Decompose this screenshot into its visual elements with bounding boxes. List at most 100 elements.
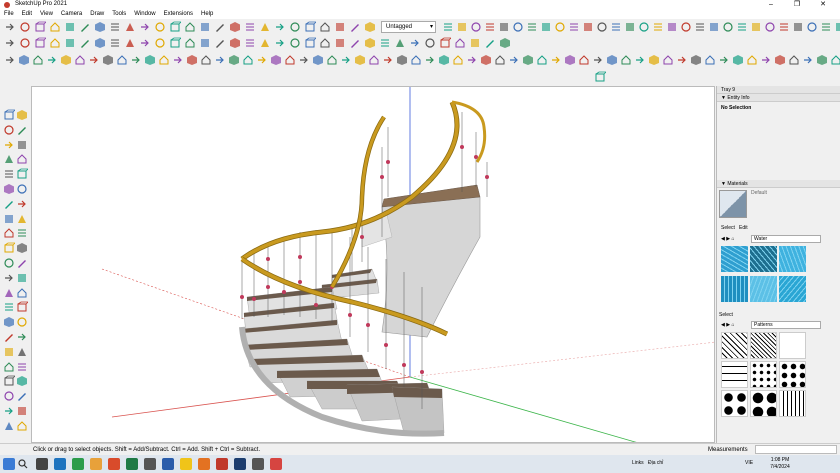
clock[interactable]: 1:08 PM 7/4/2024: [760, 457, 800, 471]
toolbar-tool-icon[interactable]: [396, 54, 408, 66]
toolbar-tool-icon[interactable]: [764, 21, 776, 33]
toolbar-tool-icon[interactable]: [214, 21, 226, 33]
toolbar-tool-icon[interactable]: [319, 37, 331, 49]
tool-palette-icon[interactable]: [16, 198, 28, 210]
toolbar-tool-icon[interactable]: [4, 54, 16, 66]
taskbar-app-icon[interactable]: [162, 458, 174, 470]
model-viewport[interactable]: [31, 86, 715, 443]
toolbar-tool-icon[interactable]: [169, 37, 181, 49]
taskbar-app-icon[interactable]: [54, 458, 66, 470]
toolbar-tool-icon[interactable]: [438, 54, 450, 66]
tool-palette-icon[interactable]: [16, 242, 28, 254]
toolbar-tool-icon[interactable]: [568, 21, 580, 33]
toolbar-tool-icon[interactable]: [94, 21, 106, 33]
materials-header[interactable]: ▼ Materials: [717, 180, 840, 188]
water-swatch[interactable]: [721, 276, 748, 302]
toolbar-tool-icon[interactable]: [466, 54, 478, 66]
taskbar-app-icon[interactable]: [144, 458, 156, 470]
nav-arrows[interactable]: ◀ ▶ ⌂: [721, 236, 735, 242]
toolbar-tool-icon[interactable]: [540, 21, 552, 33]
toolbar-tool-icon[interactable]: [184, 37, 196, 49]
toolbar-tool-icon[interactable]: [304, 37, 316, 49]
toolbar-tool-icon[interactable]: [94, 37, 106, 49]
toolbar-tool-icon[interactable]: [512, 21, 524, 33]
toolbar-tool-icon[interactable]: [298, 54, 310, 66]
toolbar-tool-icon[interactable]: [214, 54, 226, 66]
taskbar-app-icon[interactable]: [270, 458, 282, 470]
toolbar-tool-icon[interactable]: [354, 54, 366, 66]
taskbar-app-icon[interactable]: [36, 458, 48, 470]
toolbar-tool-icon[interactable]: [109, 21, 121, 33]
tool-palette-icon[interactable]: [3, 198, 15, 210]
pattern-swatch[interactable]: [721, 332, 748, 359]
tool-palette-icon[interactable]: [3, 405, 15, 417]
tool-palette-icon[interactable]: [3, 124, 15, 136]
toolbar-tool-icon[interactable]: [4, 37, 16, 49]
toolbar-tool-icon[interactable]: [102, 54, 114, 66]
tool-palette-icon[interactable]: [3, 168, 15, 180]
toolbar-tool-icon[interactable]: [676, 54, 688, 66]
toolbar-tool-icon[interactable]: [596, 21, 608, 33]
toolbar-tool-icon[interactable]: [564, 54, 576, 66]
toolbar-tool-icon[interactable]: [680, 21, 692, 33]
language-indicator[interactable]: VIE: [745, 460, 753, 466]
toolbar-tool-icon[interactable]: [652, 21, 664, 33]
toolbar-tool-icon[interactable]: [154, 37, 166, 49]
material-library-select[interactable]: Water: [751, 235, 821, 243]
toolbar-tool-icon[interactable]: [200, 54, 212, 66]
tag-selector[interactable]: Untagged ▾: [381, 21, 436, 33]
toolbar-tool-icon[interactable]: [452, 54, 464, 66]
taskbar-app-icon[interactable]: [198, 458, 210, 470]
toolbar-tool-icon[interactable]: [802, 54, 814, 66]
toolbar-tool-icon[interactable]: [19, 21, 31, 33]
toolbar-tool-icon[interactable]: [74, 54, 86, 66]
maximize-button[interactable]: ❐: [784, 0, 810, 10]
pattern-swatch[interactable]: [721, 361, 748, 388]
tool-palette-icon[interactable]: [16, 257, 28, 269]
pattern-swatch[interactable]: [750, 361, 777, 388]
toolbar-tool-icon[interactable]: [130, 54, 142, 66]
toolbar-tool-icon[interactable]: [60, 54, 72, 66]
toolbar-tool-icon[interactable]: [319, 21, 331, 33]
start-button[interactable]: [3, 458, 15, 470]
pattern-swatch[interactable]: [721, 390, 748, 417]
toolbar-tool-icon[interactable]: [364, 21, 376, 33]
toolbar-tool-icon[interactable]: [274, 21, 286, 33]
tool-palette-icon[interactable]: [3, 316, 15, 328]
water-swatch[interactable]: [779, 276, 806, 302]
tool-palette-icon[interactable]: [3, 361, 15, 373]
toolbar-tool-icon[interactable]: [199, 21, 211, 33]
tool-palette-icon[interactable]: [3, 153, 15, 165]
water-swatch[interactable]: [750, 246, 777, 272]
tool-palette-icon[interactable]: [16, 331, 28, 343]
pattern-swatch[interactable]: [779, 361, 806, 388]
toolbar-tool-icon[interactable]: [409, 37, 421, 49]
toolbar-tool-icon[interactable]: [18, 54, 30, 66]
tool-palette-icon[interactable]: [3, 287, 15, 299]
tool-palette-icon[interactable]: [3, 213, 15, 225]
menu-edit[interactable]: Edit: [18, 10, 36, 19]
toolbar-tool-icon[interactable]: [456, 21, 468, 33]
toolbar-tool-icon[interactable]: [494, 54, 506, 66]
toolbar-tool-icon[interactable]: [582, 21, 594, 33]
toolbar-tool-icon[interactable]: [79, 37, 91, 49]
measurements-input[interactable]: [755, 445, 837, 454]
toolbar-tool-icon[interactable]: [289, 37, 301, 49]
tool-palette-icon[interactable]: [3, 183, 15, 195]
toolbar-tool-icon[interactable]: [284, 54, 296, 66]
toolbar-tool-icon[interactable]: [186, 54, 198, 66]
water-swatch[interactable]: [721, 246, 748, 272]
toolbar-tool-icon[interactable]: [439, 37, 451, 49]
toolbar-tool-icon[interactable]: [484, 21, 496, 33]
toolbar-tool-icon[interactable]: [834, 21, 840, 33]
toolbar-tool-icon[interactable]: [624, 21, 636, 33]
toolbar-tool-icon[interactable]: [326, 54, 338, 66]
menu-window[interactable]: Window: [130, 10, 159, 19]
taskbar-app-icon[interactable]: [108, 458, 120, 470]
tool-palette-icon[interactable]: [16, 227, 28, 239]
toolbar-tool-icon[interactable]: [334, 21, 346, 33]
toolbar-tool-icon[interactable]: [718, 54, 730, 66]
tool-palette-icon[interactable]: [16, 405, 28, 417]
tool-palette-icon[interactable]: [3, 331, 15, 343]
toolbar-tool-icon[interactable]: [550, 54, 562, 66]
